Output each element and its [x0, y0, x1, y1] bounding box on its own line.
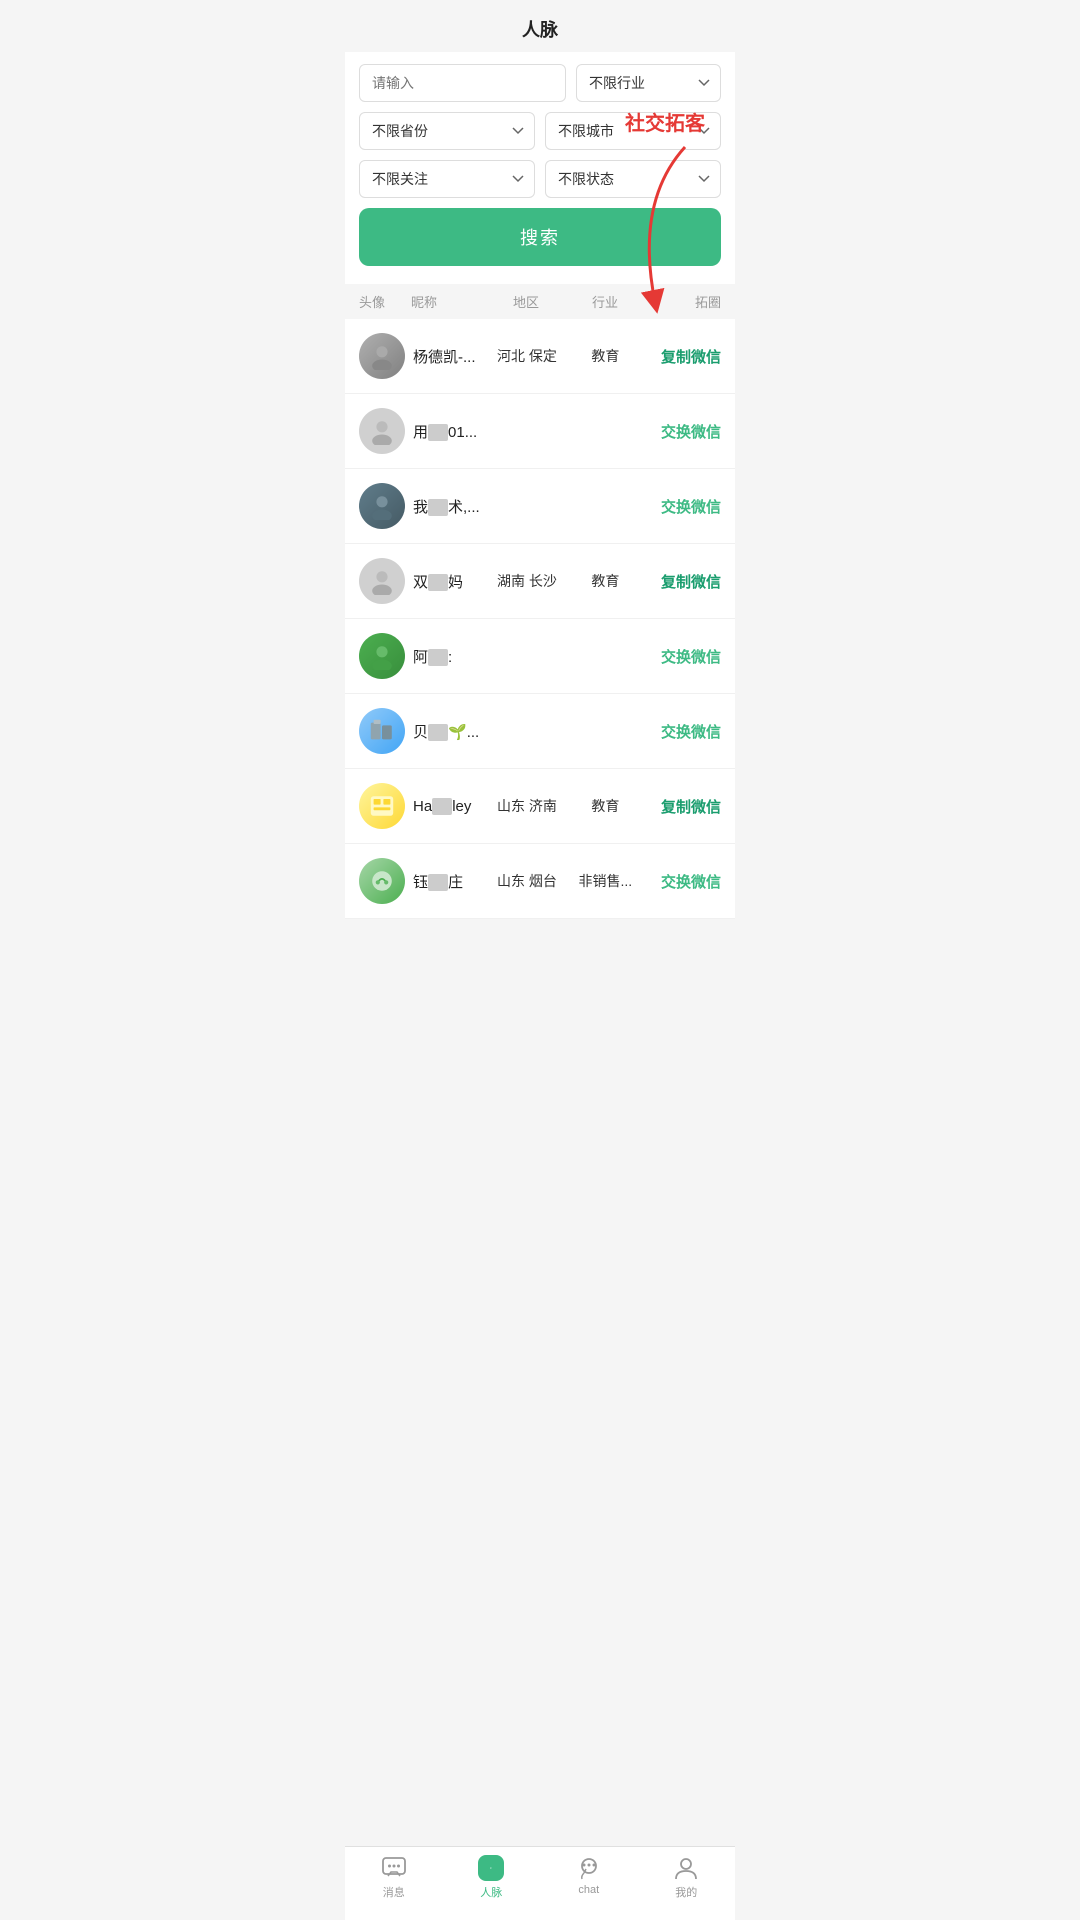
header-industry: 行业 — [569, 292, 641, 311]
list-item: Ha▌ley 山东 济南 教育 复制微信 — [345, 769, 735, 844]
list-item: 用▌01... 交换微信 — [345, 394, 735, 469]
user-industry: 非销售... — [570, 871, 641, 891]
page-header: 人脉 — [345, 0, 735, 52]
follow-select[interactable]: 不限关注 — [359, 160, 535, 198]
header-nickname: 昵称 — [411, 292, 483, 311]
search-button[interactable]: 搜索 — [359, 208, 721, 266]
user-nickname: Ha▌ley — [405, 798, 484, 815]
user-industry: 教育 — [570, 571, 641, 591]
messages-icon — [381, 1855, 407, 1881]
nav-item-contacts[interactable]: 人脉 — [461, 1855, 521, 1900]
social-label: 社交拓客 — [625, 107, 705, 136]
user-nickname: 双▌妈 — [405, 571, 484, 592]
user-industry: 教育 — [570, 796, 641, 816]
avatar — [359, 483, 405, 529]
bottom-nav: 消息 人脉 chat — [345, 1846, 735, 1920]
user-list: 杨德凯-... 河北 保定 教育 复制微信 用▌01... 交换微信 — [345, 319, 735, 919]
province-select[interactable]: 不限省份 — [359, 112, 535, 150]
action-button[interactable]: 交换微信 — [641, 496, 721, 517]
avatar — [359, 783, 405, 829]
user-nickname: 贝▌🌱... — [405, 721, 484, 742]
nav-item-chat[interactable]: chat — [559, 1855, 619, 1900]
nav-label-chat: chat — [578, 1884, 599, 1896]
user-industry: 教育 — [570, 346, 641, 366]
nav-item-messages[interactable]: 消息 — [364, 1855, 424, 1900]
page-title: 人脉 — [522, 20, 558, 40]
list-item: 阿▌: 交换微信 — [345, 619, 735, 694]
nickname-input[interactable] — [359, 64, 566, 102]
user-region: 山东 济南 — [484, 796, 570, 816]
contacts-icon — [478, 1855, 504, 1881]
user-nickname: 我▌术,... — [405, 496, 484, 517]
mine-icon — [673, 1855, 699, 1881]
avatar — [359, 708, 405, 754]
action-button[interactable]: 交换微信 — [641, 871, 721, 892]
wechat-select[interactable]: 不限状态 — [545, 160, 721, 198]
action-button[interactable]: 复制微信 — [641, 796, 721, 817]
chat-icon — [576, 1855, 602, 1881]
action-button[interactable]: 交换微信 — [641, 421, 721, 442]
filter-row-1: 昵称: 不限行业 — [359, 64, 721, 102]
nav-item-mine[interactable]: 我的 — [656, 1855, 716, 1900]
user-nickname: 杨德凯-... — [405, 346, 484, 367]
avatar — [359, 408, 405, 454]
header-avatar: 头像 — [359, 292, 411, 311]
user-region: 山东 烟台 — [484, 871, 570, 891]
avatar — [359, 333, 405, 379]
nav-label-mine: 我的 — [675, 1884, 697, 1900]
list-item: 双▌妈 湖南 长沙 教育 复制微信 — [345, 544, 735, 619]
action-button[interactable]: 复制微信 — [641, 571, 721, 592]
nav-label-contacts: 人脉 — [480, 1884, 502, 1900]
avatar — [359, 633, 405, 679]
header-region: 地区 — [483, 292, 569, 311]
action-button[interactable]: 交换微信 — [641, 721, 721, 742]
filter-area: 昵称: 不限行业 不限省份 不限城市 不限关注 不限状态 搜索 — [345, 52, 735, 284]
avatar — [359, 558, 405, 604]
list-item: 贝▌🌱... 交换微信 — [345, 694, 735, 769]
table-header: 头像 昵称 地区 行业 拓圈 — [345, 284, 735, 319]
list-item: 钰▌庄 山东 烟台 非销售... 交换微信 — [345, 844, 735, 919]
action-button[interactable]: 复制微信 — [641, 346, 721, 367]
avatar — [359, 858, 405, 904]
industry-select[interactable]: 不限行业 — [576, 64, 721, 102]
user-nickname: 阿▌: — [405, 646, 484, 667]
nav-label-messages: 消息 — [383, 1884, 405, 1900]
header-action: 拓圈 — [641, 292, 721, 311]
filter-row-3: 不限关注 不限状态 — [359, 160, 721, 198]
action-button[interactable]: 交换微信 — [641, 646, 721, 667]
list-item: 我▌术,... 交换微信 — [345, 469, 735, 544]
user-region: 河北 保定 — [484, 346, 570, 366]
user-nickname: 钰▌庄 — [405, 871, 484, 892]
user-nickname: 用▌01... — [405, 421, 484, 442]
list-item: 杨德凯-... 河北 保定 教育 复制微信 — [345, 319, 735, 394]
user-region: 湖南 长沙 — [484, 571, 570, 591]
